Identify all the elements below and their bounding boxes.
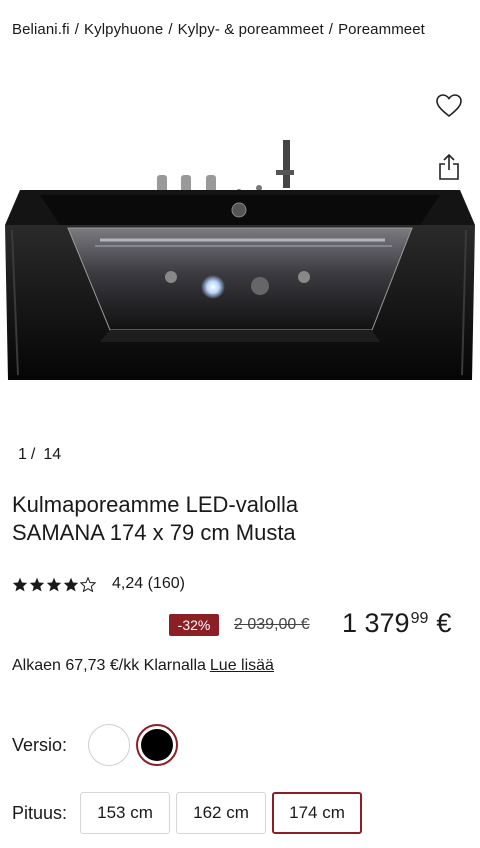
product-image[interactable]: [0, 130, 480, 460]
star-full-icon: [12, 577, 28, 591]
product-title-line1: Kulmaporeamme LED-valolla: [12, 492, 299, 517]
price-row: -32% 2 039,00 € 1 37999 €: [0, 608, 480, 642]
breadcrumb: Beliani.fi / Kylpyhuone / Kylpy- & poreammee…: [12, 21, 425, 38]
product-rating[interactable]: 4,24 (160): [12, 575, 185, 593]
gallery-separator: /: [30, 446, 36, 463]
breadcrumb-item-kylpyhuone[interactable]: Kylpyhuone: [84, 21, 163, 38]
klarna-financing: Alkaen 67,73 €/kk Klarnalla Lue lisää: [12, 657, 274, 675]
breadcrumb-separator: /: [168, 21, 173, 38]
klarna-text: Alkaen 67,73 €/kk Klarnalla: [12, 657, 206, 674]
length-option-153[interactable]: 153 cm: [80, 792, 170, 834]
version-label: Versio:: [12, 734, 68, 755]
length-option-162[interactable]: 162 cm: [176, 792, 266, 834]
product-title: Kulmaporeamme LED-valolla SAMANA 174 x 7…: [12, 491, 472, 547]
klarna-read-more-link[interactable]: Lue lisää: [210, 657, 274, 674]
star-full-icon: [46, 577, 62, 591]
length-label: Pituus:: [12, 802, 68, 823]
gallery-total: 14: [43, 446, 62, 463]
star-full-icon: [63, 577, 79, 591]
wishlist-button[interactable]: [432, 89, 466, 123]
gallery-counter: 1/ 14: [18, 446, 61, 464]
heart-icon: [436, 94, 462, 118]
current-price: 1 37999 €: [342, 608, 451, 639]
swatch-black-fill: [141, 729, 173, 761]
price-whole: 1 379: [342, 608, 410, 638]
breadcrumb-item-home[interactable]: Beliani.fi: [12, 21, 70, 38]
price-currency: €: [436, 608, 452, 638]
length-selector: Pituus: 153 cm 162 cm 174 cm: [12, 792, 368, 834]
breadcrumb-item-poreammeet[interactable]: Poreammeet: [338, 21, 425, 38]
length-option-174[interactable]: 174 cm: [272, 792, 362, 834]
rating-text: 4,24 (160): [112, 575, 185, 592]
discount-badge: -32%: [169, 614, 219, 636]
price-cents: 99: [410, 610, 429, 627]
star-full-icon: [29, 577, 45, 591]
version-swatch-white[interactable]: [88, 724, 130, 766]
star-empty-icon: [80, 576, 96, 592]
product-gallery[interactable]: [0, 70, 480, 430]
breadcrumb-separator: /: [74, 21, 79, 38]
breadcrumb-item-poreammeet-category[interactable]: Kylpy- & poreammeet: [178, 21, 324, 38]
version-selector: Versio:: [12, 724, 184, 766]
version-swatch-black[interactable]: [136, 724, 178, 766]
rating-stars: [12, 576, 96, 592]
product-title-line2: SAMANA 174 x 79 cm Musta: [12, 520, 296, 545]
breadcrumb-separator: /: [328, 21, 334, 38]
gallery-current: 1: [18, 446, 27, 463]
old-price: 2 039,00 €: [234, 616, 310, 633]
